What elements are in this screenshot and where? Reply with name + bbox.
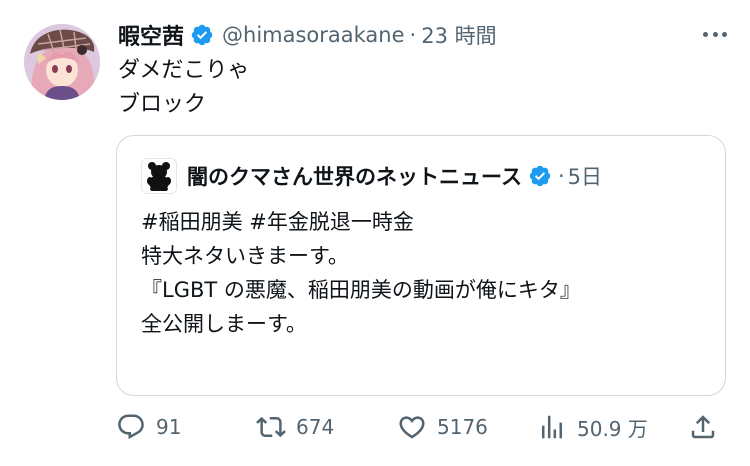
more-icon[interactable] xyxy=(700,22,730,46)
quoted-tweet-text: #稲田朋美 #年金脱退一時金 特大ネタいきまーす。 『LGBT の悪魔、稲田朋美… xyxy=(141,205,581,341)
bear-icon xyxy=(147,162,171,191)
share-button[interactable] xyxy=(688,406,718,448)
quoted-text-line: #稲田朋美 #年金脱退一時金 xyxy=(141,210,414,234)
avatar[interactable] xyxy=(24,24,100,100)
views-icon xyxy=(542,415,562,439)
avatar-illustration xyxy=(24,24,100,100)
quoted-avatar[interactable] xyxy=(141,158,177,194)
retweet-count: 674 xyxy=(296,415,335,439)
views-button[interactable]: 50.9 万 xyxy=(537,406,648,448)
separator-dot: · xyxy=(409,23,417,47)
more-dot xyxy=(703,31,708,37)
verified-badge-icon xyxy=(191,24,213,46)
like-icon xyxy=(399,416,425,439)
more-dot xyxy=(722,31,727,37)
tweet-header: 暇空茜 @himasoraakane · 23 時間 xyxy=(118,17,497,53)
like-count: 5176 xyxy=(437,415,488,439)
quoted-tweet-card[interactable]: 闇のクマさん世界のネットニュース · 5日 #稲田朋美 #年金脱退一時金 特大ネ… xyxy=(116,135,726,396)
tweet-text-line: ブロック xyxy=(118,92,207,117)
quoted-text-line: 特大ネタいきまーす。 xyxy=(141,244,349,268)
quoted-tweet-header: 闇のクマさん世界のネットニュース · 5日 xyxy=(141,158,602,194)
handle[interactable]: @himasoraakane xyxy=(222,23,405,47)
retweet-icon xyxy=(256,416,286,438)
more-dot xyxy=(712,31,718,37)
tweet-text: ダメだこりゃ ブロック xyxy=(118,54,249,122)
like-button[interactable]: 5176 xyxy=(397,406,488,448)
quoted-timestamp[interactable]: 5日 xyxy=(568,161,602,191)
quoted-text-line: 『LGBT の悪魔、稲田朋美の動画が俺にキタ』 xyxy=(141,278,581,302)
tweet-text-line: ダメだこりゃ xyxy=(118,58,250,83)
quoted-display-name[interactable]: 闇のクマさん世界のネットニュース xyxy=(187,161,522,191)
view-count: 50.9 万 xyxy=(577,416,648,441)
reply-icon xyxy=(118,414,144,440)
retweet-button[interactable]: 674 xyxy=(256,406,334,448)
reply-count: 91 xyxy=(156,415,182,439)
verified-badge-icon xyxy=(529,165,551,187)
timestamp[interactable]: 23 時間 xyxy=(421,20,496,50)
share-icon xyxy=(691,415,715,439)
quoted-text-line: 全公開しまーす。 xyxy=(141,312,307,336)
separator-dot: · xyxy=(557,164,565,188)
reply-button[interactable]: 91 xyxy=(116,406,181,448)
tweet[interactable]: 暇空茜 @himasoraakane · 23 時間 ダメだこりゃ ブロック 闇… xyxy=(0,0,750,466)
action-bar: 91 674 5176 50.9 万 xyxy=(0,406,750,448)
display-name[interactable]: 暇空茜 xyxy=(118,19,184,51)
